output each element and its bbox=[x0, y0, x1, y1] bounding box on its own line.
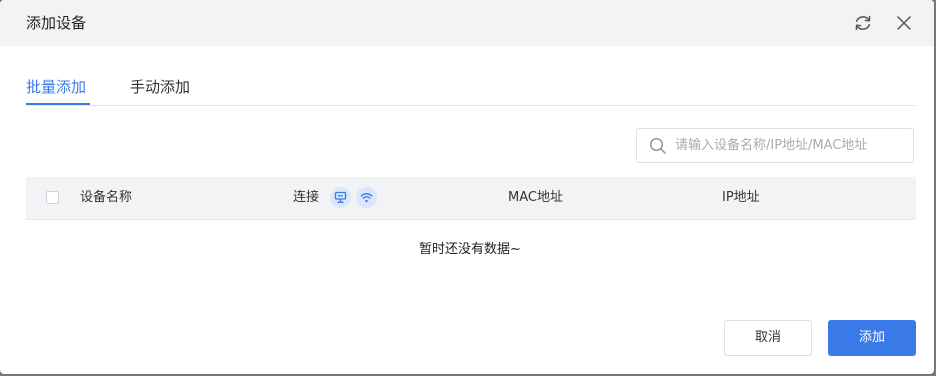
tab-manual-add[interactable]: 手动添加 bbox=[130, 76, 190, 98]
search-box bbox=[636, 128, 914, 163]
dialog-title: 添加设备 bbox=[26, 14, 87, 32]
select-all-checkbox[interactable] bbox=[46, 191, 59, 204]
tab-bar: 批量添加 手动添加 bbox=[26, 72, 916, 106]
wired-icon bbox=[330, 187, 351, 208]
wifi-icon bbox=[356, 187, 377, 208]
search-input[interactable] bbox=[675, 129, 907, 162]
table-divider bbox=[26, 219, 916, 220]
column-header-device-name: 设备名称 bbox=[80, 190, 133, 205]
close-icon[interactable] bbox=[893, 12, 915, 34]
active-tab-indicator bbox=[26, 103, 90, 105]
empty-state-text: 暂时还没有数据~ bbox=[419, 242, 521, 257]
dialog-header: 添加设备 bbox=[0, 0, 934, 46]
search-icon bbox=[649, 137, 667, 155]
column-header-ip: IP地址 bbox=[722, 190, 760, 205]
refresh-icon[interactable] bbox=[852, 12, 874, 34]
column-header-connection: 连接 bbox=[293, 190, 320, 205]
tab-batch-add[interactable]: 批量添加 bbox=[26, 76, 86, 98]
cancel-button[interactable]: 取消 bbox=[724, 320, 812, 356]
add-device-dialog: 添加设备 批量添加 手动添加 设备 bbox=[0, 0, 934, 374]
column-header-mac: MAC地址 bbox=[508, 190, 563, 205]
add-button[interactable]: 添加 bbox=[828, 320, 916, 356]
table-header: 设备名称 连接 MAC地址 IP地址 bbox=[26, 177, 916, 219]
